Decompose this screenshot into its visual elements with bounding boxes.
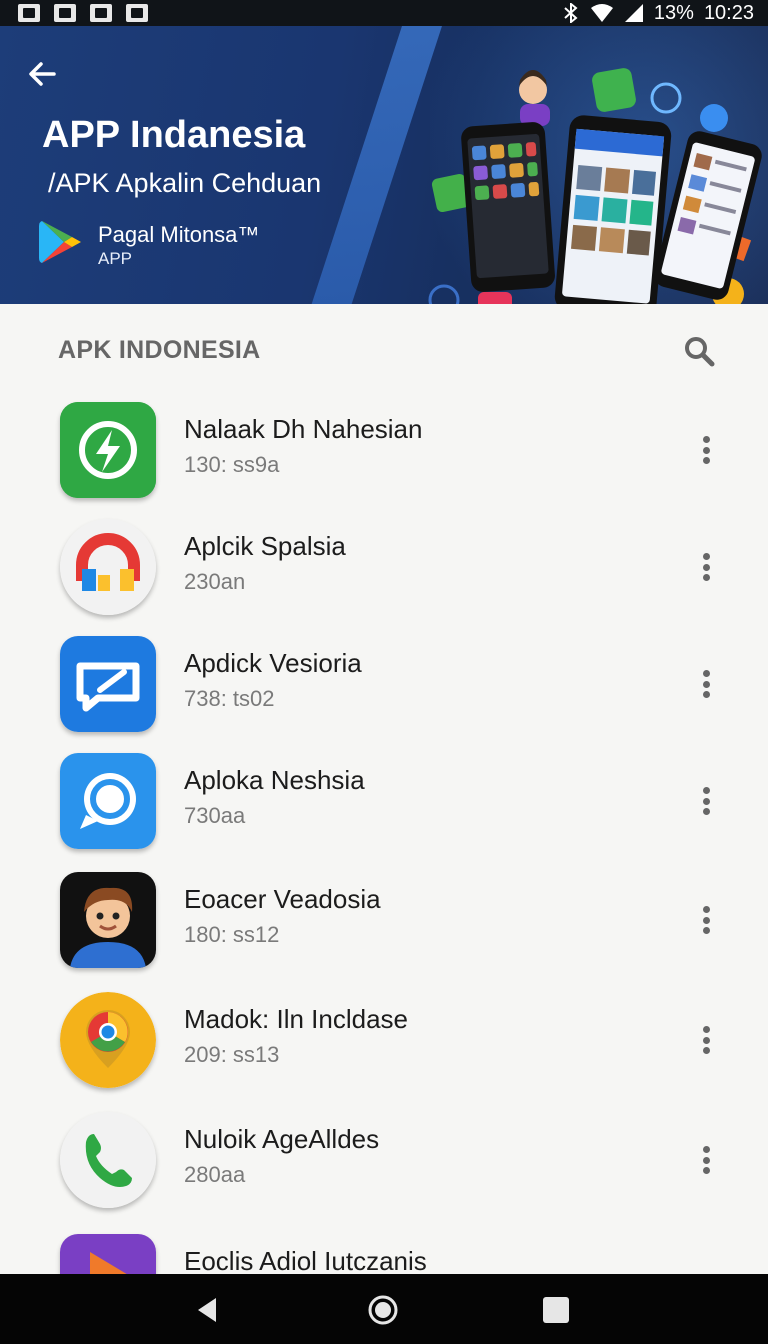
back-arrow-icon[interactable] [24, 56, 60, 92]
more-options-icon[interactable] [694, 781, 718, 821]
app-meta: 180: ss12 [184, 922, 280, 947]
navigation-bar [0, 1274, 768, 1344]
phone-icon [60, 1112, 156, 1208]
music-notification-icon [90, 4, 112, 22]
image-notification-icon [18, 4, 40, 22]
back-triangle-icon[interactable] [192, 1294, 224, 1326]
app-meta: 280aa [184, 1162, 246, 1187]
more-options-icon[interactable] [694, 430, 718, 470]
banner-title: APP Indanesia [42, 114, 306, 156]
list-item[interactable]: Nalaak Dh Nahesian 130: ss9a [0, 390, 768, 506]
link-notification-icon [54, 4, 76, 22]
message-circle-icon [60, 753, 156, 849]
list-item[interactable]: Apdick Vesioria 738: ts02 [0, 624, 768, 740]
home-circle-icon[interactable] [367, 1294, 399, 1326]
app-name: Nuloik AgeAlldes [184, 1124, 380, 1154]
play-triangle-icon [60, 1234, 156, 1274]
app-list: Nalaak Dh Nahesian 130: ss9a Aplcik Spal… [0, 390, 768, 1274]
store-type: APP [98, 249, 133, 268]
lightning-bolt-icon [60, 402, 156, 498]
colorful-arc-icon [60, 519, 156, 615]
list-item[interactable]: Eoclis Adiol Iutczanis [0, 1222, 768, 1274]
app-meta: 209: ss13 [184, 1042, 280, 1067]
list-item[interactable]: Aploka Neshsia 730aa [0, 741, 768, 857]
map-pin-icon [60, 992, 156, 1088]
recents-square-icon[interactable] [540, 1294, 572, 1326]
more-options-icon[interactable] [694, 1020, 718, 1060]
store-name: Pagal Mitonsa™ [98, 222, 260, 247]
status-bar: 13% 10:23 [0, 0, 768, 26]
square-notification-icon [126, 4, 148, 22]
more-options-icon[interactable] [694, 1140, 718, 1180]
app-name: Madok: Iln Incldase [184, 1004, 409, 1034]
play-store-logo-icon [39, 221, 81, 263]
app-meta: 130: ss9a [184, 452, 280, 477]
signal-icon [624, 4, 643, 22]
app-meta: 230an [184, 569, 246, 594]
app-name: Nalaak Dh Nahesian [184, 414, 423, 444]
more-options-icon[interactable] [694, 664, 718, 704]
app-meta: 738: ts02 [184, 686, 275, 711]
clock: 10:23 [703, 1, 754, 24]
search-icon[interactable] [682, 334, 716, 368]
app-name: Aploka Neshsia [184, 765, 365, 795]
system-status: 13% 10:23 [562, 2, 754, 25]
section-header: APK INDONESIA [0, 304, 768, 390]
app-name: Eoacer Veadosia [184, 884, 381, 914]
app-name: Eoclis Adiol Iutczanis [184, 1246, 427, 1274]
bluetooth-icon [564, 3, 578, 23]
battery-percent: 13% [653, 1, 694, 24]
section-title: APK INDONESIA [58, 336, 261, 364]
app-name: Apdick Vesioria [184, 648, 362, 678]
app-meta: 730aa [184, 803, 246, 828]
list-item[interactable]: Madok: Iln Incldase 209: ss13 [0, 980, 768, 1096]
notification-icons [18, 4, 148, 22]
list-item[interactable]: Aplcik Spalsia 230an [0, 507, 768, 623]
more-options-icon[interactable] [694, 900, 718, 940]
app-name: Aplcik Spalsia [184, 531, 346, 561]
chat-bubble-icon [60, 636, 156, 732]
hero-banner: APP Indanesia /APK Apkalin Cehduan Pagal… [0, 26, 768, 304]
wifi-icon [590, 4, 613, 22]
cartoon-avatar-icon [60, 872, 156, 968]
list-item[interactable]: Nuloik AgeAlldes 280aa [0, 1100, 768, 1216]
more-options-icon[interactable] [694, 547, 718, 587]
list-item[interactable]: Eoacer Veadosia 180: ss12 [0, 860, 768, 976]
phones-illustration [428, 68, 762, 304]
banner-subtitle: /APK Apkalin Cehduan [48, 168, 322, 198]
